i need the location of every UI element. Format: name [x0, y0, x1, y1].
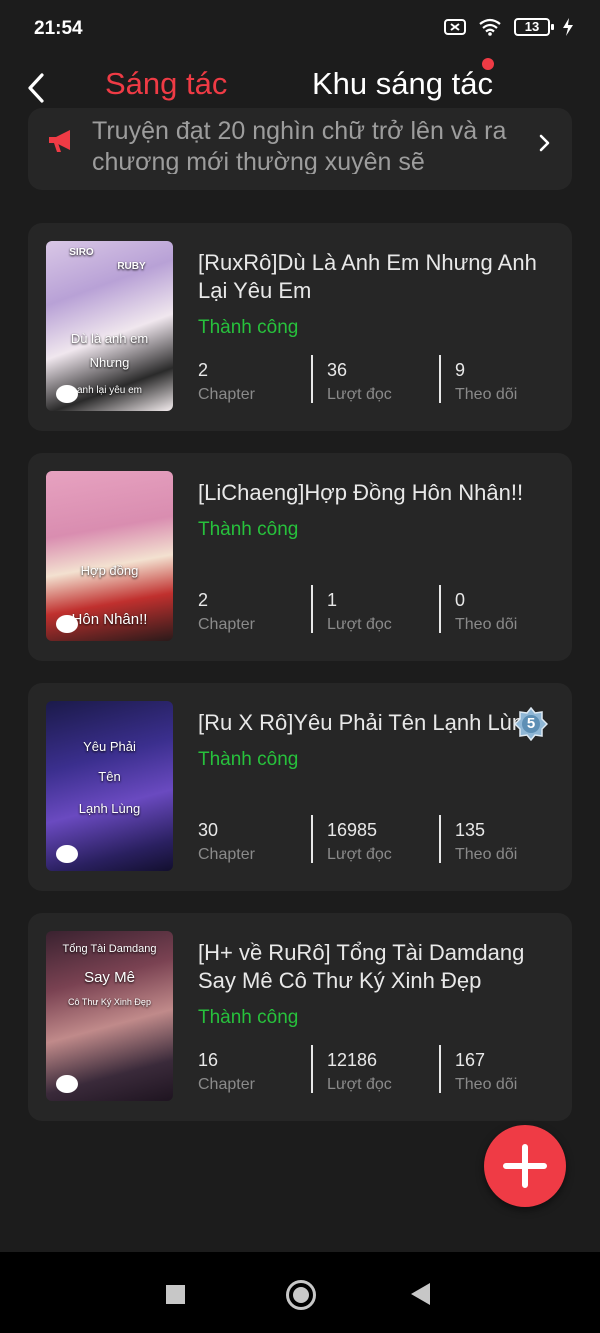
stat-divider [311, 815, 313, 863]
story-cover[interactable]: Hợp đồng Hôn Nhân!! [46, 471, 173, 641]
stat-divider [311, 585, 313, 633]
level-badge-icon: 5 [513, 706, 549, 742]
megaphone-icon [49, 130, 70, 152]
system-navigation-bar [0, 1252, 600, 1333]
cover-label: Lạnh Lùng [78, 801, 141, 816]
announcement-text: Truyện đạt 20 nghìn chữ trở lên và ra ch… [92, 117, 507, 174]
battery-level: 13 [524, 19, 540, 34]
cover-label: Tên [98, 769, 121, 784]
stat-divider [311, 355, 313, 403]
comment-bubble-icon [56, 845, 78, 863]
tab-sang-tac[interactable]: Sáng tác [105, 66, 227, 102]
story-status: Thành công [198, 519, 299, 540]
story-card[interactable]: Yêu Phải Tên Lạnh Lùng [Ru X Rô]Yêu Phải… [28, 683, 572, 891]
story-title[interactable]: [Ru X Rô]Yêu Phải Tên Lạnh Lùng [198, 709, 528, 737]
notification-dot [482, 58, 494, 70]
story-cover[interactable]: Yêu Phải Tên Lạnh Lùng [46, 701, 173, 871]
stat-divider [439, 815, 441, 863]
cover-label: Yêu Phải [83, 739, 136, 754]
stat-divider [439, 585, 441, 633]
cover-label: SIRO [69, 247, 94, 258]
system-back-button[interactable] [411, 1283, 430, 1305]
stat-chapters: 30 Chapter [198, 820, 255, 863]
story-status: Thành công [198, 749, 299, 770]
story-status: Thành công [198, 317, 299, 338]
stat-divider [439, 355, 441, 403]
story-title[interactable]: [H+ về RuRô] Tổng Tài Damdang Say Mê Cô … [198, 939, 558, 995]
story-card[interactable]: Hợp đồng Hôn Nhân!! [LiChaeng]Hợp Đồng H… [28, 453, 572, 661]
cover-label: Say Mê [84, 969, 135, 986]
battery-icon: 13 [514, 18, 554, 36]
story-title[interactable]: [LiChaeng]Hợp Đồng Hôn Nhân!! [198, 479, 558, 507]
stat-follows: 167 Theo dõi [455, 1050, 518, 1093]
stat-divider [439, 1045, 441, 1093]
stat-follows: 9 Theo dõi [455, 360, 518, 403]
story-card[interactable]: SIRO RUBY Dù là anh em Nhưng anh lại yêu… [28, 223, 572, 431]
back-button[interactable] [22, 66, 58, 106]
stat-chapters: 16 Chapter [198, 1050, 255, 1093]
home-button[interactable] [286, 1280, 316, 1310]
level-badge-number: 5 [526, 715, 536, 732]
stat-reads: 36 Lượt đọc [327, 360, 392, 403]
status-time: 21:54 [34, 18, 83, 39]
cover-label: RUBY [117, 261, 146, 272]
cover-label: Tổng Tài Damdang [62, 943, 157, 955]
back-arrow-icon [28, 73, 44, 103]
cover-label: Hợp đồng [80, 563, 139, 578]
cover-label: Dù là anh em [70, 331, 149, 346]
stat-follows: 0 Theo dõi [455, 590, 518, 633]
chevron-right-icon [539, 134, 550, 152]
stat-reads: 12186 Lượt đọc [327, 1050, 392, 1093]
story-title[interactable]: [RuxRô]Dù Là Anh Em Nhưng Anh Lại Yêu Em [198, 249, 558, 305]
charging-icon [563, 18, 573, 36]
plus-icon [503, 1144, 547, 1188]
stat-reads: 16985 Lượt đọc [327, 820, 392, 863]
cover-label: Nhưng [89, 355, 130, 370]
story-cover[interactable]: SIRO RUBY Dù là anh em Nhưng anh lại yêu… [46, 241, 173, 411]
comment-bubble-icon [56, 615, 78, 633]
stat-divider [311, 1045, 313, 1093]
story-cover[interactable]: Tổng Tài Damdang Say Mê Cô Thư Ký Xinh Đ… [46, 931, 173, 1101]
create-story-button[interactable] [484, 1125, 566, 1207]
stat-follows: 135 Theo dõi [455, 820, 518, 863]
stat-chapters: 2 Chapter [198, 590, 255, 633]
tab-khu-sang-tac[interactable]: Khu sáng tác [312, 66, 493, 102]
wifi-icon [479, 18, 501, 36]
story-card[interactable]: Tổng Tài Damdang Say Mê Cô Thư Ký Xinh Đ… [28, 913, 572, 1121]
cover-label: Cô Thư Ký Xinh Đẹp [68, 997, 151, 1007]
announcement-banner[interactable]: Truyện đạt 20 nghìn chữ trở lên và ra ch… [28, 108, 572, 190]
stat-chapters: 2 Chapter [198, 360, 255, 403]
status-bar: 21:54 13 [0, 0, 600, 58]
story-status: Thành công [198, 1007, 299, 1028]
recents-button[interactable] [166, 1285, 185, 1304]
status-icons: 13 [444, 18, 574, 36]
comment-bubble-icon [56, 385, 78, 403]
comment-bubble-icon [56, 1075, 78, 1093]
stat-reads: 1 Lượt đọc [327, 590, 392, 633]
sim-x-icon [444, 19, 466, 35]
